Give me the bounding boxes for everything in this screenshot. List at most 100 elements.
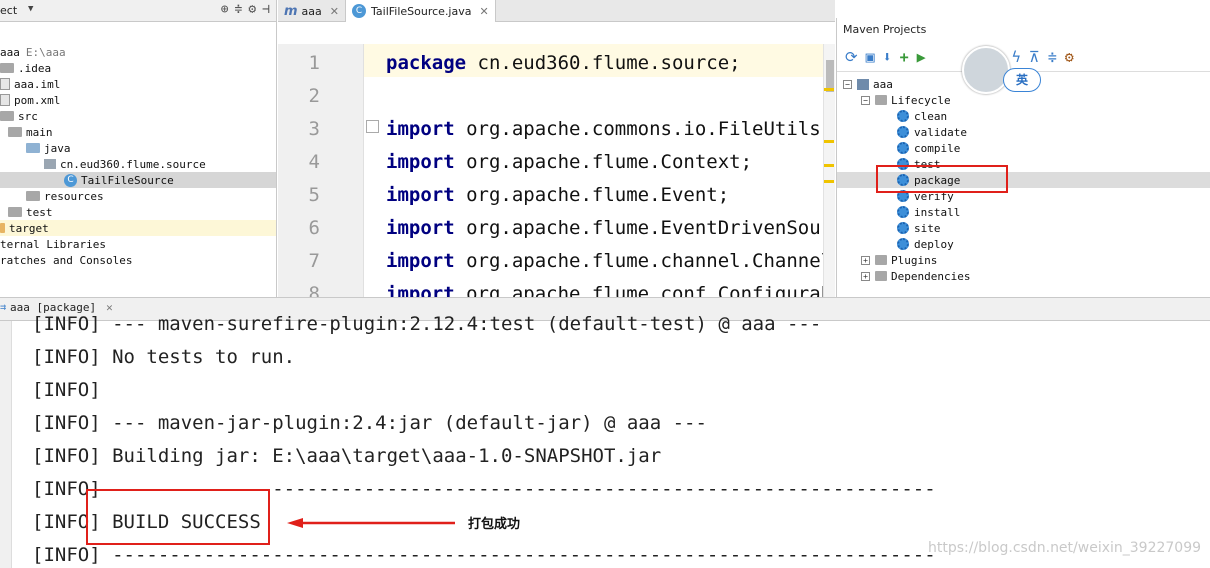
maven-project-label: aaa bbox=[873, 77, 893, 91]
tree-item-main[interactable]: main bbox=[8, 124, 53, 140]
skip-tests-icon[interactable]: ϟ bbox=[1012, 48, 1021, 66]
lifecycle-phase-site[interactable]: site bbox=[897, 220, 941, 236]
tree-item-iml[interactable]: aaa.iml bbox=[0, 76, 60, 92]
locate-icon[interactable]: ⊕ bbox=[221, 2, 229, 17]
editor-scrollbar[interactable] bbox=[823, 44, 835, 297]
tree-item-package[interactable]: cn.eud360.flume.source bbox=[44, 156, 206, 172]
code-keyword: package bbox=[386, 52, 467, 74]
download-icon[interactable]: ⬇ bbox=[883, 48, 892, 66]
line-number: 1 bbox=[308, 52, 320, 74]
tab-label: TailFileSource.java bbox=[371, 4, 472, 18]
code-keyword: import bbox=[386, 184, 455, 206]
code-keyword: import bbox=[386, 250, 455, 272]
tree-item-label: ternal Libraries bbox=[0, 237, 106, 251]
maven-lifecycle-label: Lifecycle bbox=[891, 93, 951, 107]
lifecycle-phase-deploy[interactable]: deploy bbox=[897, 236, 954, 252]
console-line: [INFO] --- maven-surefire-plugin:2.12.4:… bbox=[32, 313, 822, 335]
run-icon[interactable]: ▶ bbox=[917, 48, 926, 66]
console-line: [INFO] bbox=[32, 379, 101, 401]
line-number: 4 bbox=[308, 151, 320, 173]
tree-item-src[interactable]: src bbox=[0, 108, 38, 124]
code-text: org.apache.flume.Context; bbox=[454, 151, 753, 173]
project-panel: ect ▼ ⊕ ≑ ⚙ ⊣ aaa E:\aaa .idea aaa.iml p… bbox=[0, 0, 277, 297]
marker[interactable] bbox=[824, 180, 834, 183]
file-icon bbox=[0, 78, 10, 90]
tree-item-idea[interactable]: .idea bbox=[0, 60, 51, 76]
tree-item-test[interactable]: test bbox=[8, 204, 53, 220]
tab-aaa[interactable]: m aaa ✕ bbox=[278, 0, 346, 22]
lifecycle-phase-install[interactable]: install bbox=[897, 204, 960, 220]
tab-tailfilesource[interactable]: C TailFileSource.java ✕ bbox=[346, 0, 496, 22]
project-toolbar: ect ▼ ⊕ ≑ ⚙ ⊣ bbox=[0, 0, 276, 22]
collapse-icon[interactable]: − bbox=[843, 79, 852, 89]
hide-icon[interactable]: ⊣ bbox=[262, 2, 270, 17]
tree-item-label: pom.xml bbox=[14, 93, 61, 107]
project-panel-title[interactable]: ect bbox=[0, 4, 17, 17]
tree-item-tailfilesource[interactable]: C TailFileSource bbox=[0, 172, 276, 188]
maven-dependencies-label: Dependencies bbox=[891, 269, 971, 283]
code-line[interactable]: import org.apache.flume.Context; bbox=[386, 151, 752, 173]
phase-label: deploy bbox=[914, 237, 954, 251]
folder-icon bbox=[875, 271, 887, 281]
collapse-icon[interactable]: − bbox=[861, 95, 870, 105]
lifecycle-phase-clean[interactable]: clean bbox=[897, 108, 947, 124]
code-line[interactable]: import org.apache.flume.conf.Configurabl… bbox=[386, 283, 835, 297]
maven-dependencies[interactable]: + Dependencies bbox=[861, 268, 970, 284]
expand-icon[interactable]: + bbox=[861, 255, 870, 265]
lifecycle-phase-compile[interactable]: compile bbox=[897, 140, 960, 156]
tree-item-java[interactable]: java bbox=[26, 140, 71, 156]
folder-icon bbox=[0, 223, 5, 233]
annotation-arrow bbox=[287, 518, 455, 528]
phase-label: install bbox=[914, 205, 961, 219]
code-line[interactable]: package cn.eud360.flume.source; bbox=[386, 52, 741, 74]
tree-item-label: aaa.iml bbox=[14, 77, 61, 91]
close-icon[interactable]: ✕ bbox=[330, 5, 339, 18]
avatar[interactable] bbox=[962, 46, 1010, 94]
class-icon: C bbox=[352, 4, 366, 18]
code-line[interactable]: import org.apache.flume.EventDrivenSourc… bbox=[386, 217, 835, 239]
maven-plugins[interactable]: + Plugins bbox=[861, 252, 937, 268]
marker[interactable] bbox=[824, 164, 834, 167]
lifecycle-phase-validate[interactable]: validate bbox=[897, 124, 967, 140]
code-line[interactable]: import org.apache.commons.io.FileUtils; bbox=[386, 118, 832, 140]
maven-plugins-label: Plugins bbox=[891, 253, 938, 267]
close-icon[interactable]: ✕ bbox=[479, 5, 488, 18]
expand-icon[interactable]: + bbox=[861, 271, 870, 281]
tree-item-libraries[interactable]: ternal Libraries bbox=[0, 236, 106, 252]
marker[interactable] bbox=[824, 140, 834, 143]
class-icon: C bbox=[64, 173, 77, 187]
marker[interactable] bbox=[824, 88, 834, 91]
maven-icon: m bbox=[284, 3, 298, 19]
package-icon bbox=[44, 159, 56, 169]
chevron-down-icon[interactable]: ▼ bbox=[28, 4, 33, 14]
gear-icon bbox=[897, 110, 909, 122]
tree-item-label: test bbox=[26, 205, 53, 219]
fold-icon[interactable] bbox=[366, 120, 379, 133]
maven-project[interactable]: − aaa bbox=[843, 76, 893, 92]
tree-item-label: java bbox=[44, 141, 71, 155]
collapse-icon[interactable]: ≑ bbox=[235, 2, 243, 17]
folder-icon bbox=[0, 63, 14, 73]
tree-item-target[interactable]: target bbox=[0, 220, 276, 236]
generate-sources-icon[interactable]: ▣ bbox=[866, 48, 875, 66]
annotation-label: 打包成功 bbox=[468, 517, 521, 532]
tree-item-pom[interactable]: pom.xml bbox=[0, 92, 60, 108]
gear-icon[interactable]: ⚙ bbox=[248, 2, 256, 17]
file-icon bbox=[0, 94, 10, 106]
maven-lifecycle[interactable]: − Lifecycle bbox=[861, 92, 951, 108]
collapse-all-icon[interactable]: ≑ bbox=[1048, 48, 1057, 66]
show-dependencies-icon[interactable]: ⊼ bbox=[1029, 48, 1040, 66]
add-icon[interactable]: + bbox=[900, 48, 909, 66]
folder-icon bbox=[8, 207, 22, 217]
code-line[interactable]: import org.apache.flume.Event; bbox=[386, 184, 729, 206]
settings-icon[interactable]: ⚙ bbox=[1065, 48, 1074, 66]
refresh-icon[interactable]: ⟳ bbox=[845, 48, 858, 66]
ime-indicator[interactable]: 英 bbox=[1003, 68, 1041, 92]
tree-item-scratches[interactable]: ratches and Consoles bbox=[0, 252, 132, 268]
tree-root[interactable]: aaa E:\aaa bbox=[0, 44, 66, 60]
tree-item-resources[interactable]: resources bbox=[26, 188, 104, 204]
code-text: org.apache.flume.conf.Configurable bbox=[454, 283, 835, 297]
console-line: [INFO] No tests to run. bbox=[32, 346, 296, 368]
code-line[interactable]: import org.apache.flume.channel.ChannelP… bbox=[386, 250, 835, 272]
line-number: 6 bbox=[308, 217, 320, 239]
